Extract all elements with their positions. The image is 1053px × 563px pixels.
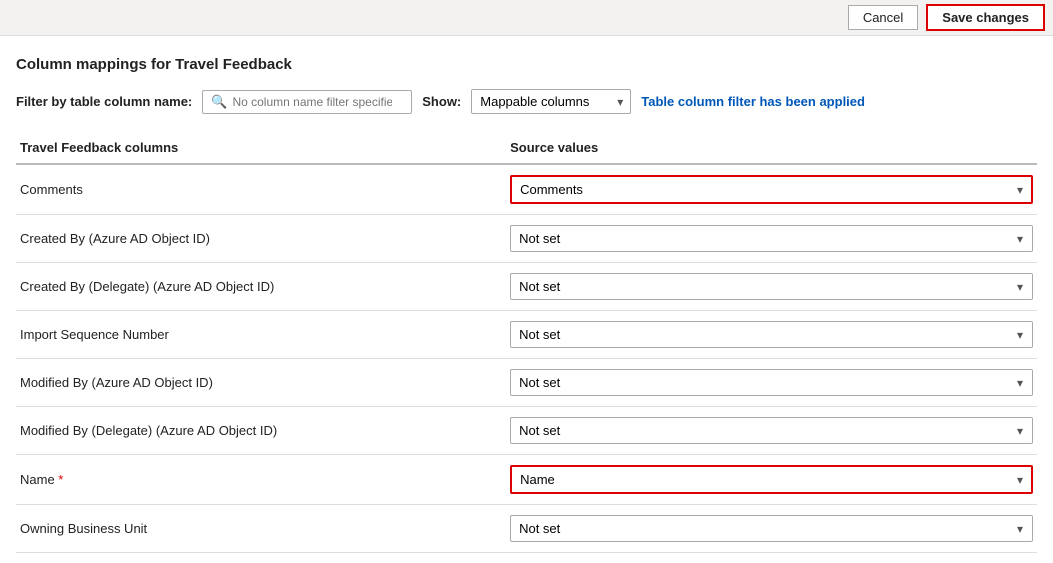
required-indicator: * <box>58 472 63 487</box>
search-icon: 🔍 <box>211 94 227 110</box>
table-row: Owning Business UnitNot setCommentsName <box>16 505 1037 553</box>
source-select-wrap: Not setCommentsName <box>510 417 1033 444</box>
page-title: Column mappings for Travel Feedback <box>16 56 1037 73</box>
source-select-wrap: CommentsNot setName <box>510 175 1033 204</box>
source-select-owning-business-unit[interactable]: Not setCommentsName <box>510 515 1033 542</box>
filter-row: Filter by table column name: 🔍 Show: Map… <box>16 89 1037 114</box>
source-value-cell: CommentsNot setName <box>506 164 1037 215</box>
source-value-cell: Not setCommentsName <box>506 407 1037 455</box>
column-name-cell: Created By (Delegate) (Azure AD Object I… <box>16 263 506 311</box>
source-select-name[interactable]: NameNot setComments <box>510 465 1033 494</box>
source-value-cell: Not setCommentsName <box>506 263 1037 311</box>
source-select-modified-by[interactable]: Not setCommentsName <box>510 369 1033 396</box>
col-header-source-values: Source values <box>506 132 1037 164</box>
column-name-cell: Owning Business Unit <box>16 505 506 553</box>
show-label: Show: <box>422 94 461 109</box>
table-row: Modified By (Azure AD Object ID)Not setC… <box>16 359 1037 407</box>
source-select-created-by[interactable]: Not setCommentsName <box>510 225 1033 252</box>
column-name-cell: Created By (Azure AD Object ID) <box>16 215 506 263</box>
column-name-cell: Import Sequence Number <box>16 311 506 359</box>
source-value-cell: NameNot setComments <box>506 455 1037 505</box>
filter-label: Filter by table column name: <box>16 94 192 109</box>
source-value-cell: Not setCommentsName <box>506 215 1037 263</box>
table-row: Modified By (Delegate) (Azure AD Object … <box>16 407 1037 455</box>
show-select[interactable]: Mappable columns All columns Unmapped co… <box>471 89 631 114</box>
save-button[interactable]: Save changes <box>926 4 1045 31</box>
filter-input-wrap: 🔍 <box>202 90 412 114</box>
source-select-wrap: NameNot setComments <box>510 465 1033 494</box>
main-content: Column mappings for Travel Feedback Filt… <box>0 36 1053 563</box>
source-select-wrap: Not setCommentsName <box>510 321 1033 348</box>
table-row: Import Sequence NumberNot setCommentsNam… <box>16 311 1037 359</box>
source-select-import-seq[interactable]: Not setCommentsName <box>510 321 1033 348</box>
column-name-cell: Comments <box>16 164 506 215</box>
table-row: CommentsCommentsNot setName <box>16 164 1037 215</box>
column-name-cell: Modified By (Azure AD Object ID) <box>16 359 506 407</box>
col-header-travel-feedback: Travel Feedback columns <box>16 132 506 164</box>
toolbar: Cancel Save changes <box>0 0 1053 36</box>
source-select-created-by-delegate[interactable]: Not setCommentsName <box>510 273 1033 300</box>
column-name-cell: Modified By (Delegate) (Azure AD Object … <box>16 407 506 455</box>
source-select-wrap: Not setCommentsName <box>510 225 1033 252</box>
cancel-button[interactable]: Cancel <box>848 5 918 30</box>
source-value-cell: Not setCommentsName <box>506 311 1037 359</box>
source-select-wrap: Not setCommentsName <box>510 369 1033 396</box>
source-select-wrap: Not setCommentsName <box>510 273 1033 300</box>
source-select-wrap: Not setCommentsName <box>510 515 1033 542</box>
source-select-modified-by-delegate[interactable]: Not setCommentsName <box>510 417 1033 444</box>
show-select-wrap: Mappable columns All columns Unmapped co… <box>471 89 631 114</box>
source-value-cell: Not setCommentsName <box>506 359 1037 407</box>
column-name-cell: Name * <box>16 455 506 505</box>
table-row: Created By (Delegate) (Azure AD Object I… <box>16 263 1037 311</box>
table-row: Created By (Azure AD Object ID)Not setCo… <box>16 215 1037 263</box>
mapping-table: Travel Feedback columns Source values Co… <box>16 132 1037 553</box>
filter-input[interactable] <box>232 95 392 109</box>
source-select-comments[interactable]: CommentsNot setName <box>510 175 1033 204</box>
source-value-cell: Not setCommentsName <box>506 505 1037 553</box>
filter-applied-text: Table column filter has been applied <box>641 94 865 109</box>
table-row: Name *NameNot setComments <box>16 455 1037 505</box>
